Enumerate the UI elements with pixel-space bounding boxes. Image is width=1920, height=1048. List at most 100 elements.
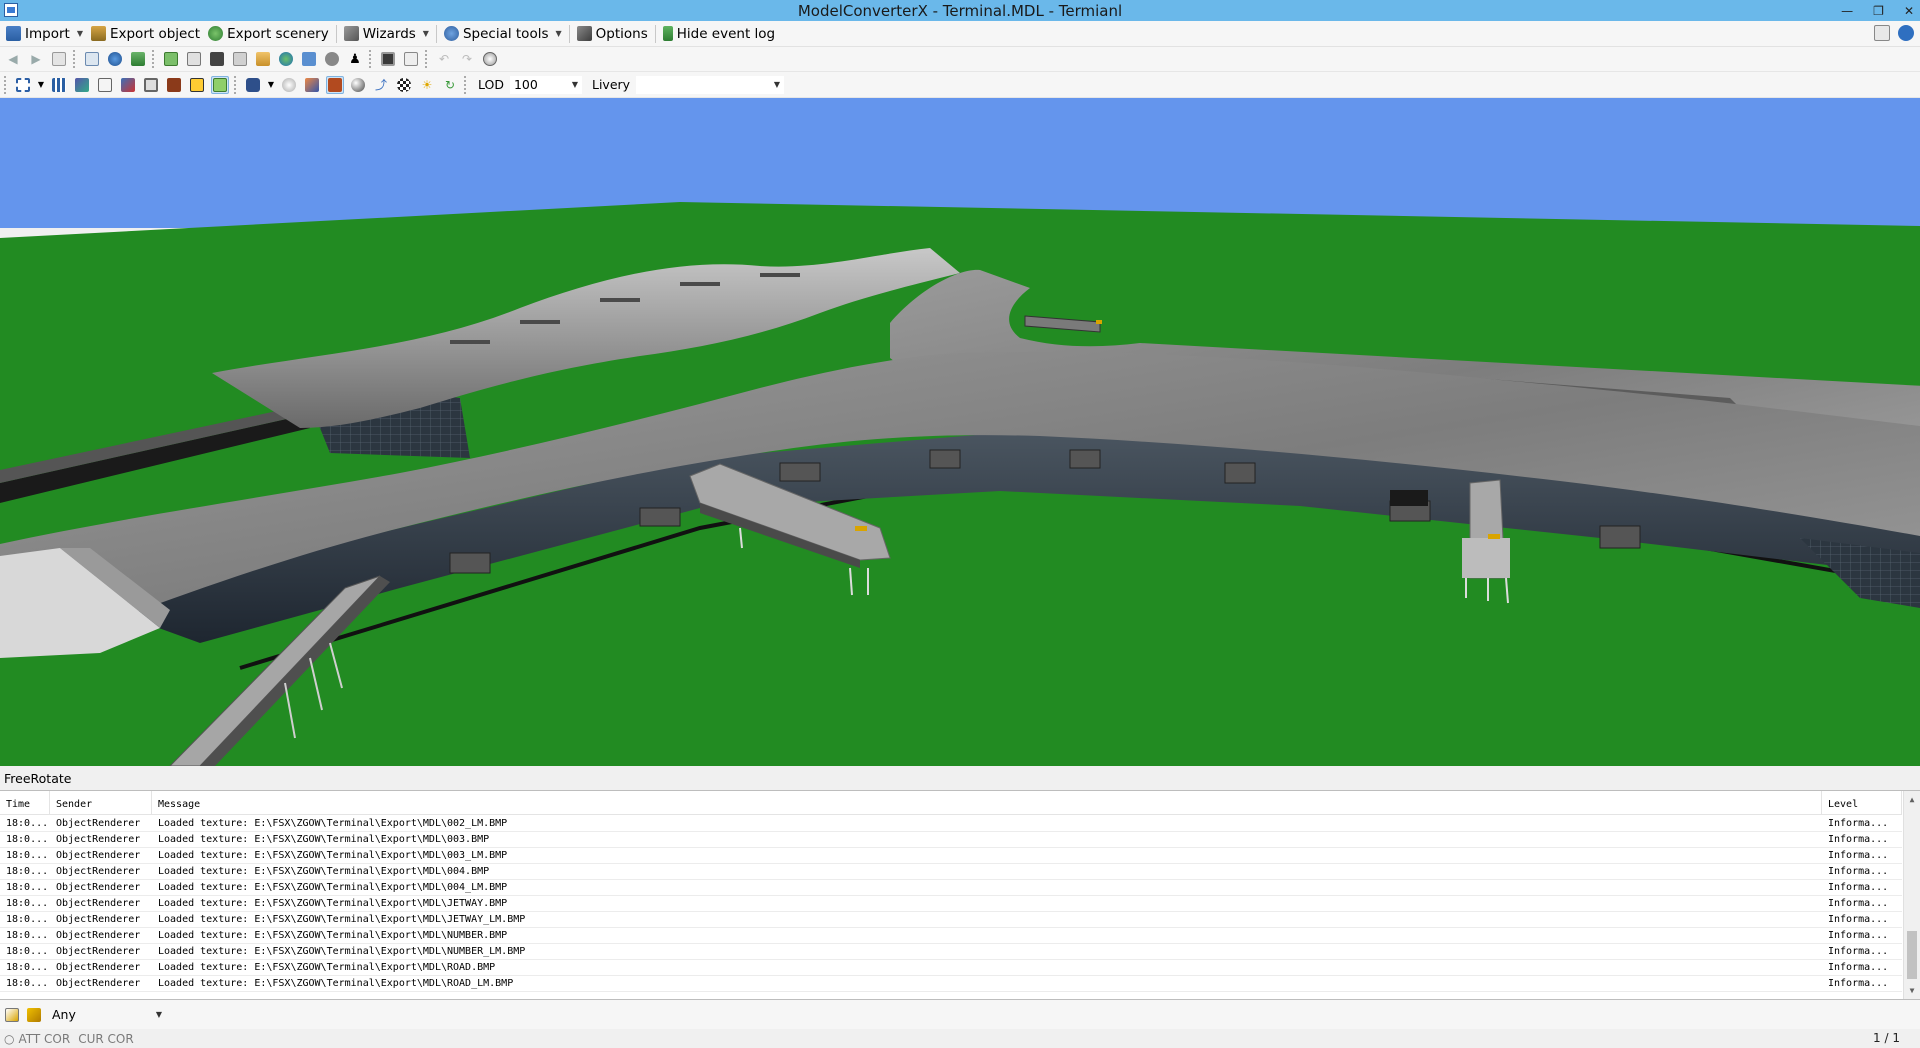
help-icon[interactable]	[1898, 25, 1914, 41]
undo-icon[interactable]: ↶	[435, 50, 453, 68]
bones-icon[interactable]	[119, 76, 137, 94]
column-header-level[interactable]: Level	[1822, 791, 1902, 814]
checker-icon[interactable]	[395, 76, 413, 94]
minimize-icon[interactable]: —	[1841, 4, 1853, 18]
table-row[interactable]: 18:0... ObjectRenderer Loaded texture: E…	[0, 896, 1902, 912]
solid-icon[interactable]	[188, 76, 206, 94]
zoom-extents-icon[interactable]	[14, 76, 32, 94]
wizard-icon	[343, 26, 359, 41]
chevron-down-icon[interactable]: ▼	[37, 76, 45, 94]
scroll-down-icon[interactable]: ▼	[1904, 982, 1920, 999]
cell-message: Loaded texture: E:\FSX\ZGOW\Terminal\Exp…	[158, 866, 490, 877]
scroll-thumb[interactable]	[1907, 931, 1917, 979]
table-row[interactable]: 18:0... ObjectRenderer Loaded texture: E…	[0, 944, 1902, 960]
toolbar-grip	[4, 75, 7, 94]
normals-icon[interactable]: ⤴	[372, 76, 390, 94]
ground-toggle-icon[interactable]	[211, 75, 229, 94]
table-row[interactable]: 18:0... ObjectRenderer Loaded texture: E…	[0, 928, 1902, 944]
refresh-icon[interactable]: ↻	[441, 76, 459, 94]
livery-label: Livery	[591, 77, 631, 92]
texture-icon[interactable]	[185, 50, 203, 68]
material-editor-icon[interactable]	[162, 50, 180, 68]
sphere-icon[interactable]	[349, 76, 367, 94]
edit-icon[interactable]	[3, 1006, 21, 1024]
grid-icon[interactable]	[50, 76, 68, 94]
wireframe-icon[interactable]	[96, 76, 114, 94]
sun-icon[interactable]: ☀	[418, 76, 436, 94]
column-header-message[interactable]: Message	[152, 791, 1822, 814]
table-row[interactable]: 18:0... ObjectRenderer Loaded texture: E…	[0, 816, 1902, 832]
cell-message: Loaded texture: E:\FSX\ZGOW\Terminal\Exp…	[158, 962, 496, 973]
camera-icon[interactable]	[244, 76, 262, 94]
livery-select[interactable]: ▼	[635, 74, 786, 95]
cell-level: Informa...	[1828, 866, 1889, 877]
menu-special-tools[interactable]: Special tools ▼	[440, 22, 566, 46]
cube-icon[interactable]	[303, 76, 321, 94]
event-log-scrollbar[interactable]: ▲ ▼	[1903, 791, 1920, 999]
table-row[interactable]: 18:0... ObjectRenderer Loaded texture: E…	[0, 832, 1902, 848]
table-row[interactable]: 18:0... ObjectRenderer Loaded texture: E…	[0, 912, 1902, 928]
menu-export-object[interactable]: Export object	[87, 22, 204, 46]
bounding-box-icon[interactable]	[142, 76, 160, 94]
page-indicator: 1 / 1	[1873, 1031, 1900, 1045]
cell-sender: ObjectRenderer	[56, 866, 141, 877]
cell-level: Informa...	[1828, 930, 1889, 941]
light-icon[interactable]	[280, 76, 298, 94]
restore-icon[interactable]: ❐	[1873, 4, 1884, 18]
history-icon[interactable]	[481, 50, 499, 68]
table-row[interactable]: 18:0... ObjectRenderer Loaded texture: E…	[0, 976, 1902, 992]
close-icon[interactable]: ✕	[1904, 4, 1914, 18]
menu-options-label: Options	[595, 25, 648, 42]
menu-hide-event-log[interactable]: Hide event log	[659, 22, 779, 46]
table-row[interactable]: 18:0... ObjectRenderer Loaded texture: E…	[0, 960, 1902, 976]
drawcall-icon[interactable]	[231, 50, 249, 68]
jetway-back-marker	[1096, 320, 1102, 324]
redo-icon[interactable]: ↷	[458, 50, 476, 68]
menu-wizards[interactable]: Wizards ▼	[340, 22, 433, 46]
cell-time: 18:0...	[6, 978, 49, 989]
globe-icon[interactable]	[277, 50, 295, 68]
image-icon[interactable]	[254, 50, 272, 68]
att-cor-indicator: ATT COR	[18, 1031, 71, 1046]
scroll-up-icon[interactable]: ▲	[1904, 791, 1920, 808]
menu-export-scenery[interactable]: Export scenery	[204, 22, 333, 46]
cell-sender: ObjectRenderer	[56, 946, 141, 957]
cell-level: Informa...	[1828, 946, 1889, 957]
level-filter-value: Any	[52, 1007, 76, 1022]
link-icon[interactable]	[323, 50, 341, 68]
screen-icon[interactable]	[379, 50, 397, 68]
3d-viewport[interactable]	[0, 98, 1920, 766]
clear-broom-icon[interactable]	[25, 1006, 43, 1024]
animation-icon[interactable]	[208, 50, 226, 68]
cell-message: Loaded texture: E:\FSX\ZGOW\Terminal\Exp…	[158, 930, 508, 941]
list-icon[interactable]	[402, 50, 420, 68]
chevron-down-icon: ▼	[555, 29, 562, 38]
menu-options[interactable]: Options	[573, 22, 652, 46]
document-icon[interactable]	[1874, 25, 1890, 41]
export-icon[interactable]	[300, 50, 318, 68]
cell-message: Loaded texture: E:\FSX\ZGOW\Terminal\Exp…	[158, 914, 526, 925]
chevron-down-icon: ▼	[422, 29, 429, 38]
material-view-icon[interactable]	[326, 75, 344, 94]
table-row[interactable]: 18:0... ObjectRenderer Loaded texture: E…	[0, 848, 1902, 864]
table-row[interactable]: 18:0... ObjectRenderer Loaded texture: E…	[0, 864, 1902, 880]
hierarchy-icon[interactable]	[129, 50, 147, 68]
event-log: Time Sender Message Level 18:0... Object…	[0, 790, 1920, 1000]
texture-view-icon[interactable]	[165, 76, 183, 94]
forward-arrow-icon[interactable]: ▶	[27, 50, 45, 68]
chevron-down-icon[interactable]: ▼	[267, 76, 275, 94]
back-arrow-icon[interactable]: ◀	[4, 50, 22, 68]
axis-icon[interactable]	[73, 76, 91, 94]
menu-separator	[335, 24, 337, 43]
inspect-icon[interactable]	[83, 50, 101, 68]
page-icon[interactable]	[50, 50, 68, 68]
pin-icon[interactable]	[106, 50, 124, 68]
person-icon[interactable]: ♟	[346, 50, 364, 68]
cell-level: Informa...	[1828, 962, 1889, 973]
column-header-sender[interactable]: Sender	[50, 791, 152, 814]
menu-import[interactable]: Import ▼	[2, 22, 87, 46]
table-row[interactable]: 18:0... ObjectRenderer Loaded texture: E…	[0, 880, 1902, 896]
level-filter-select[interactable]: Any ▼	[47, 1004, 167, 1025]
lod-select[interactable]: 100 ▼	[508, 74, 583, 95]
column-header-time[interactable]: Time	[0, 791, 50, 814]
